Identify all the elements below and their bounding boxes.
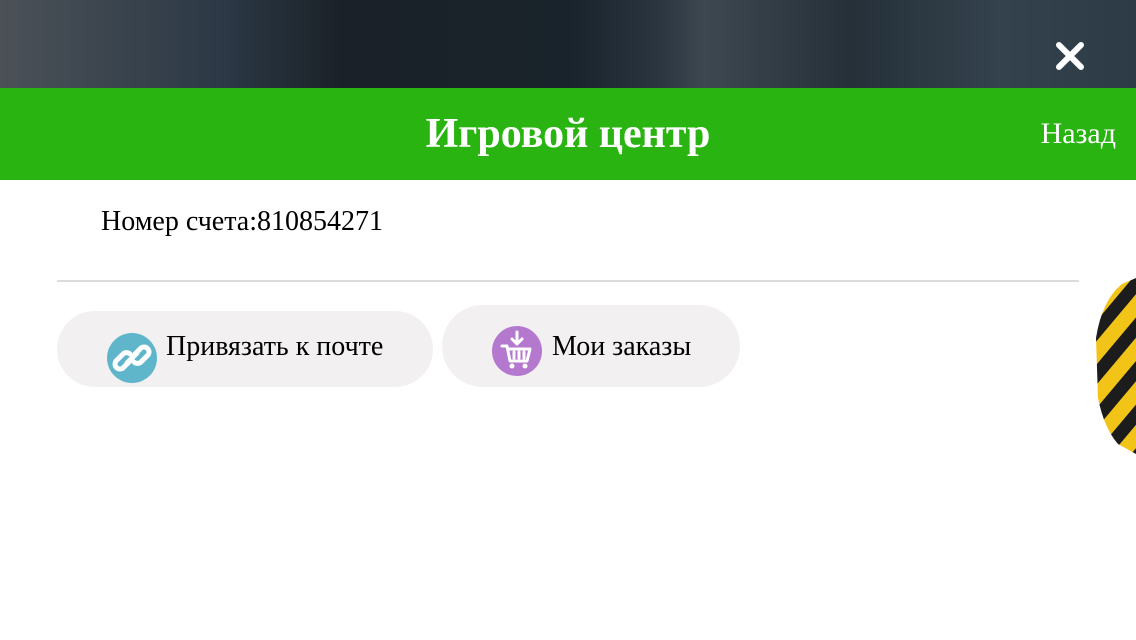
my-orders-label: Мои заказы xyxy=(552,331,692,362)
game-center-screen: Игровой центр Назад Номер счета:81085427… xyxy=(0,0,1136,640)
account-number-label: Номер счета: xyxy=(101,206,257,237)
account-number-row: Номер счета:810854271 xyxy=(101,206,383,238)
cart-download-icon xyxy=(492,326,542,376)
bind-email-label: Привязать к почте xyxy=(166,331,384,362)
back-button[interactable]: Назад xyxy=(1041,88,1116,180)
divider xyxy=(57,280,1079,282)
hazard-stripes-decoration xyxy=(1096,278,1136,454)
link-icon xyxy=(107,333,157,383)
close-icon xyxy=(1056,42,1084,70)
my-orders-button[interactable]: Мои заказы xyxy=(442,305,740,387)
header-bar: Игровой центр Назад xyxy=(0,88,1136,180)
game-backdrop xyxy=(0,0,1136,88)
page-title: Игровой центр xyxy=(425,111,711,157)
account-number-value: 810854271 xyxy=(257,206,383,237)
close-button[interactable] xyxy=(1052,38,1088,74)
bind-email-button[interactable]: Привязать к почте xyxy=(57,311,433,387)
